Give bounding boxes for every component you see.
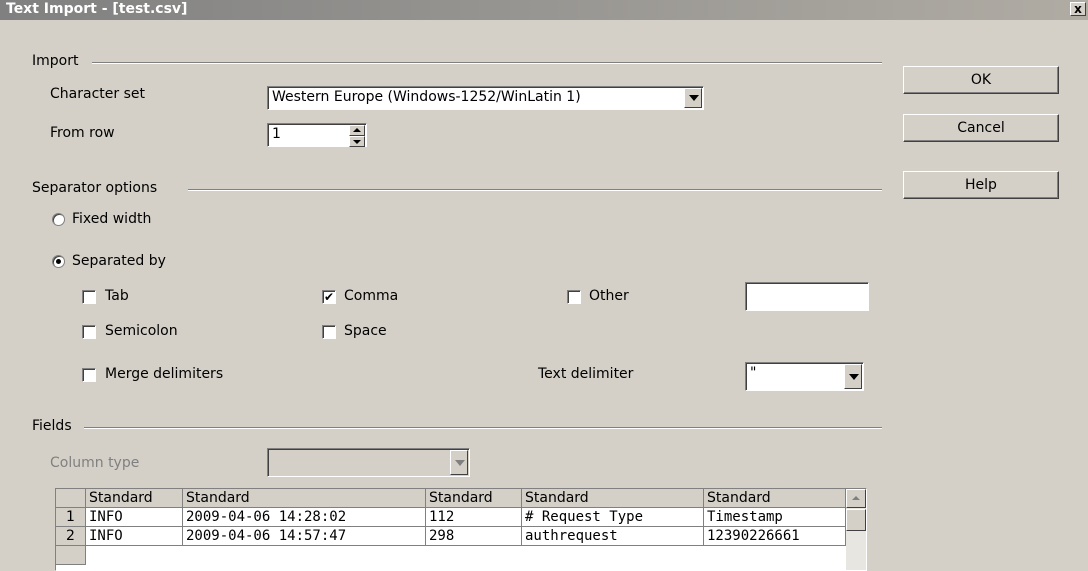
table-cell: INFO	[86, 508, 183, 527]
other-label[interactable]: Other	[589, 288, 629, 304]
text-import-dialog: Text Import - [test.csv] x Import Charac…	[0, 0, 1088, 571]
table-cell: Timestamp	[704, 508, 846, 527]
merge-delimiters-label[interactable]: Merge delimiters	[105, 366, 223, 382]
import-group-divider	[92, 62, 882, 64]
window-title: Text Import - [test.csv]	[6, 1, 188, 17]
text-delimiter-dropdown-button[interactable]	[844, 364, 862, 389]
column-header[interactable]: Standard	[426, 489, 522, 508]
column-header[interactable]: Standard	[86, 489, 183, 508]
column-header[interactable]: Standard	[704, 489, 846, 508]
table-cell: # Request Type	[522, 508, 704, 527]
grid-vertical-scrollbar[interactable]	[846, 489, 866, 570]
radio-selected-dot	[56, 259, 61, 264]
comma-checkbox[interactable]: ✔	[322, 290, 336, 304]
from-row-label: From row	[50, 125, 115, 141]
triangle-up-icon	[353, 128, 361, 132]
column-type-dropdown[interactable]	[267, 448, 470, 477]
grid-corner	[56, 489, 86, 508]
column-type-label: Column type	[50, 455, 140, 471]
column-type-dropdown-button[interactable]	[450, 450, 468, 475]
row-number: 1	[56, 508, 86, 527]
chevron-down-icon	[455, 460, 465, 466]
title-bar: Text Import - [test.csv] x	[0, 0, 1088, 20]
tab-label[interactable]: Tab	[105, 288, 129, 304]
separated-by-radio[interactable]	[52, 255, 65, 268]
preview-grid[interactable]: Standard Standard Standard Standard Stan…	[55, 488, 867, 571]
table-cell: authrequest	[522, 527, 704, 546]
column-header[interactable]: Standard	[183, 489, 426, 508]
scroll-up-button[interactable]	[846, 489, 866, 508]
separator-group-label: Separator options	[32, 180, 158, 196]
tab-checkbox[interactable]	[82, 290, 96, 304]
ok-button[interactable]: OK	[903, 66, 1059, 94]
from-row-spinner[interactable]: 1	[267, 123, 367, 147]
chevron-down-icon	[689, 95, 699, 101]
check-mark-icon: ✔	[323, 290, 335, 304]
triangle-down-icon	[353, 140, 361, 144]
table-cell: 12390226661	[704, 527, 846, 546]
scroll-thumb[interactable]	[846, 509, 866, 531]
close-button[interactable]: x	[1070, 2, 1086, 16]
text-delimiter-dropdown[interactable]: "	[745, 362, 864, 391]
fixed-width-radio[interactable]	[52, 213, 65, 226]
import-group-label: Import	[32, 53, 79, 69]
from-row-value: 1	[272, 126, 281, 142]
semicolon-checkbox[interactable]	[82, 325, 96, 339]
cancel-button[interactable]: Cancel	[903, 114, 1059, 142]
table-cell: 112	[426, 508, 522, 527]
triangle-up-icon	[852, 496, 860, 500]
comma-label[interactable]: Comma	[344, 288, 398, 304]
column-header[interactable]: Standard	[522, 489, 704, 508]
fields-group-divider	[84, 427, 882, 429]
text-delimiter-value: "	[750, 365, 757, 381]
space-checkbox[interactable]	[322, 325, 336, 339]
charset-label: Character set	[50, 86, 145, 102]
row-number: 2	[56, 527, 86, 546]
spin-up-button[interactable]	[349, 125, 365, 136]
charset-dropdown-button[interactable]	[684, 88, 702, 108]
fields-group-label: Fields	[32, 418, 72, 434]
text-delimiter-label: Text delimiter	[538, 366, 634, 382]
help-button[interactable]: Help	[903, 171, 1059, 199]
chevron-down-icon	[849, 374, 859, 380]
spin-down-button[interactable]	[349, 136, 365, 147]
table-cell: 298	[426, 527, 522, 546]
charset-dropdown[interactable]: Western Europe (Windows-1252/WinLatin 1)	[267, 86, 704, 110]
semicolon-label[interactable]: Semicolon	[105, 323, 178, 339]
other-checkbox[interactable]	[567, 290, 581, 304]
other-input[interactable]	[745, 282, 869, 311]
space-label[interactable]: Space	[344, 323, 387, 339]
separated-by-label[interactable]: Separated by	[72, 253, 166, 269]
fixed-width-label[interactable]: Fixed width	[72, 211, 151, 227]
table-cell: 2009-04-06 14:57:47	[183, 527, 426, 546]
separator-group-divider	[188, 189, 882, 191]
close-icon: x	[1074, 2, 1082, 16]
charset-value: Western Europe (Windows-1252/WinLatin 1)	[272, 89, 581, 105]
table-cell: INFO	[86, 527, 183, 546]
table-cell: 2009-04-06 14:28:02	[183, 508, 426, 527]
merge-delimiters-checkbox[interactable]	[82, 368, 96, 382]
row-number	[56, 546, 86, 565]
